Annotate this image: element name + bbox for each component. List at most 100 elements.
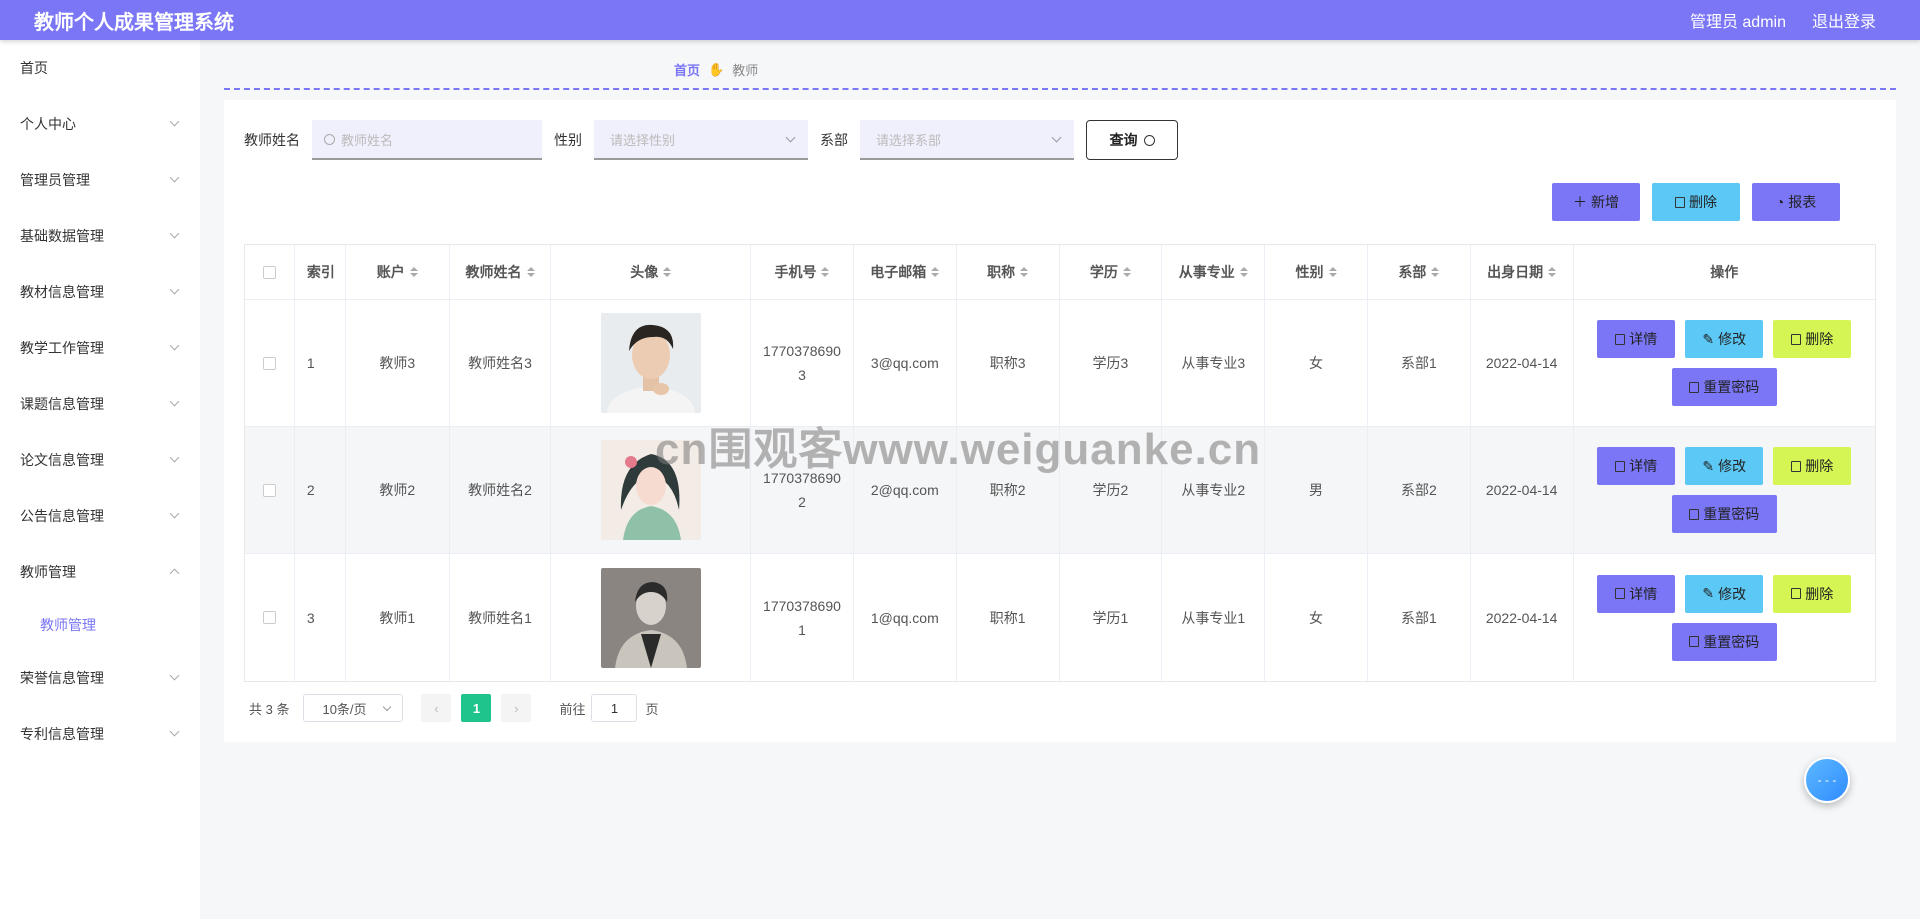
- delete-button[interactable]: 删除: [1773, 574, 1852, 613]
- teacher-name-input[interactable]: 教师姓名: [312, 120, 542, 160]
- sidebar-subitem-teacher-management[interactable]: 教师管理: [0, 600, 200, 650]
- detail-button[interactable]: 详情: [1597, 320, 1676, 358]
- header-label: 学历: [1089, 264, 1118, 280]
- row-checkbox[interactable]: [262, 483, 276, 497]
- sidebar-item-honor[interactable]: 荣誉信息管理: [0, 650, 200, 706]
- header-label: 系部: [1398, 264, 1427, 280]
- sidebar-item-teacher[interactable]: 教师管理: [0, 544, 200, 600]
- page-number-active[interactable]: 1: [461, 694, 492, 722]
- sidebar-item-patent[interactable]: 专利信息管理: [0, 706, 200, 762]
- cell-avatar: [551, 300, 752, 426]
- row-checkbox[interactable]: [262, 356, 276, 370]
- header-dept[interactable]: 系部: [1368, 245, 1471, 299]
- edit-button[interactable]: ✎ 修改: [1685, 320, 1764, 358]
- sidebar-item-label: 管理员管理: [20, 172, 90, 188]
- cell-phone: 17703786901: [751, 554, 854, 681]
- sidebar-item-textbook[interactable]: 教材信息管理: [0, 264, 200, 320]
- sidebar-item-admin-management[interactable]: 管理员管理: [0, 152, 200, 208]
- page-size-value: 10条/页: [322, 701, 367, 717]
- add-button[interactable]: ＋新增: [1552, 183, 1640, 221]
- reset-password-button[interactable]: 重置密码: [1671, 368, 1777, 406]
- page-size-select[interactable]: 10条/页: [303, 694, 404, 722]
- delete-button[interactable]: 删除: [1773, 447, 1852, 485]
- avatar[interactable]: [600, 313, 701, 413]
- sidebar-item-label: 专利信息管理: [20, 726, 104, 742]
- header-email[interactable]: 电子邮箱: [854, 245, 957, 299]
- detail-button[interactable]: 详情: [1597, 447, 1676, 485]
- sort-icon[interactable]: [409, 267, 418, 277]
- header-label: 性别: [1295, 264, 1324, 280]
- header-account[interactable]: 账户: [346, 245, 450, 299]
- batch-delete-button[interactable]: 删除: [1652, 183, 1740, 221]
- sort-icon[interactable]: [931, 267, 940, 277]
- sidebar-item-teaching-work[interactable]: 教学工作管理: [0, 320, 200, 376]
- gender-label: 性别: [554, 132, 582, 148]
- main-panel: 教师姓名 教师姓名 性别 请选择性别 系部 请选择系部 查询 ＋新增 删除 ◔ 报…: [224, 100, 1896, 742]
- detail-label: 详情: [1629, 331, 1658, 347]
- sort-icon[interactable]: [1122, 267, 1131, 277]
- cell-birth: 2022-04-14: [1471, 300, 1574, 426]
- dept-select[interactable]: 请选择系部: [860, 120, 1074, 160]
- header-title[interactable]: 职称: [957, 245, 1060, 299]
- goto-page-input[interactable]: 1: [591, 694, 638, 722]
- sort-icon[interactable]: [1020, 267, 1029, 277]
- sidebar-item-basic-data[interactable]: 基础数据管理: [0, 208, 200, 264]
- document-icon: [1689, 636, 1700, 647]
- chevron-down-icon: [169, 726, 180, 737]
- header-gender[interactable]: 性别: [1265, 245, 1368, 299]
- header-education[interactable]: 学历: [1060, 245, 1163, 299]
- next-page-button[interactable]: ›: [501, 694, 532, 722]
- document-icon: [1615, 333, 1626, 345]
- header-avatar[interactable]: 头像: [551, 245, 752, 299]
- cell-ops: 详情 ✎ 修改 删除 重置密码: [1574, 554, 1875, 681]
- sort-icon[interactable]: [1548, 267, 1557, 277]
- chevron-right-icon: ›: [514, 700, 519, 716]
- breadcrumb-home[interactable]: 首页: [674, 60, 700, 79]
- avatar[interactable]: [600, 440, 701, 540]
- page-unit-label: 页: [645, 701, 659, 717]
- floating-action-button[interactable]: - - -: [1804, 757, 1850, 803]
- sort-icon[interactable]: [1239, 267, 1248, 277]
- header-major[interactable]: 从事专业: [1162, 245, 1266, 299]
- sidebar-item-notice[interactable]: 公告信息管理: [0, 488, 200, 544]
- sort-icon[interactable]: [663, 267, 672, 277]
- cell-ops: 详情 ✎ 修改 删除 重置密码: [1574, 427, 1875, 553]
- reset-password-button[interactable]: 重置密码: [1671, 495, 1777, 533]
- admin-user-label[interactable]: 管理员 admin: [1690, 8, 1786, 32]
- cell-avatar: [551, 427, 752, 553]
- gender-select[interactable]: 请选择性别: [594, 120, 808, 160]
- header-teacher-name[interactable]: 教师姓名: [450, 245, 552, 299]
- chevron-down-icon: [785, 132, 796, 143]
- reset-password-button[interactable]: 重置密码: [1671, 622, 1777, 661]
- avatar[interactable]: [600, 567, 701, 668]
- header-phone[interactable]: 手机号: [751, 245, 854, 299]
- detail-button[interactable]: 详情: [1597, 574, 1676, 613]
- sidebar-item-project[interactable]: 课题信息管理: [0, 376, 200, 432]
- report-button[interactable]: ◔ 报表: [1752, 183, 1840, 221]
- breadcrumb: 首页 ✋ 教师: [674, 60, 758, 79]
- chevron-down-icon: [169, 452, 180, 463]
- sidebar-item-paper[interactable]: 论文信息管理: [0, 432, 200, 488]
- reset-label: 重置密码: [1703, 633, 1760, 650]
- sidebar-item-home[interactable]: 首页: [0, 40, 200, 96]
- sort-icon[interactable]: [526, 267, 535, 277]
- sort-icon[interactable]: [1328, 267, 1337, 277]
- header-index: 索引: [295, 245, 346, 299]
- cell-avatar: [551, 554, 752, 681]
- cell-dept: 系部2: [1368, 427, 1471, 553]
- sort-icon[interactable]: [821, 267, 830, 277]
- logout-link[interactable]: 退出登录: [1812, 8, 1876, 32]
- sort-icon[interactable]: [1431, 267, 1440, 277]
- edit-button[interactable]: ✎ 修改: [1685, 574, 1764, 613]
- header-birth[interactable]: 出身日期: [1471, 245, 1574, 299]
- row-checkbox[interactable]: [262, 611, 276, 624]
- app-title: 教师个人成果管理系统: [34, 11, 234, 34]
- prev-page-button[interactable]: ‹: [421, 694, 452, 722]
- sidebar-item-personal-center[interactable]: 个人中心: [0, 96, 200, 152]
- delete-button[interactable]: 删除: [1773, 320, 1852, 358]
- cell-birth: 2022-04-14: [1471, 427, 1574, 553]
- edit-button[interactable]: ✎ 修改: [1685, 447, 1764, 485]
- query-button[interactable]: 查询: [1086, 120, 1178, 160]
- document-icon: [1615, 460, 1626, 472]
- select-all-checkbox[interactable]: [262, 265, 276, 279]
